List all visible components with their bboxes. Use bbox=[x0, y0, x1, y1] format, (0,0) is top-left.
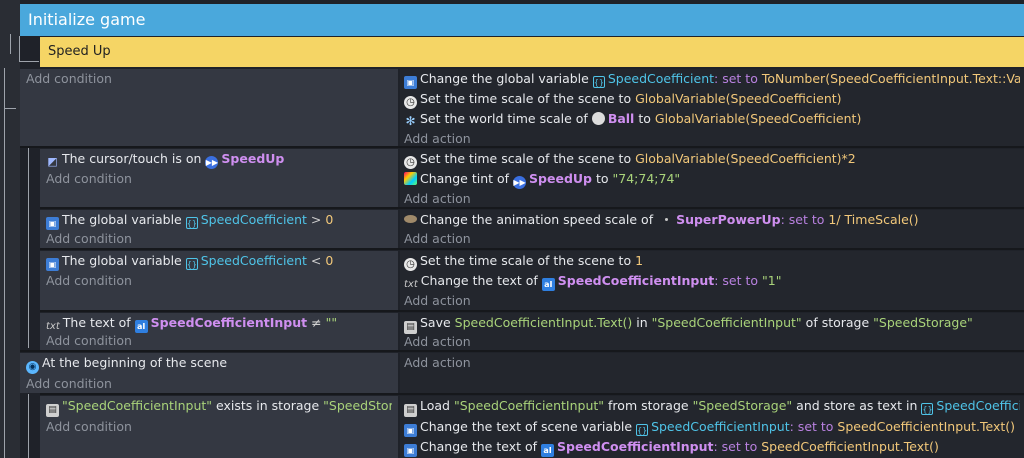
add-condition-link[interactable]: Add condition bbox=[46, 271, 392, 291]
tree-line bbox=[10, 34, 11, 54]
braces-icon: {} bbox=[185, 258, 198, 270]
event-5-actions[interactable]: ▤ Save SpeedCoefficientInput.Text() in "S… bbox=[400, 313, 1024, 350]
scene-icon: ◉ bbox=[26, 361, 39, 374]
tree-line bbox=[19, 61, 39, 62]
group-title: Initialize game bbox=[28, 10, 146, 29]
tree-line bbox=[28, 394, 29, 458]
event-5-conditions[interactable]: txt The text of aI SpeedCoefficientInput ≠… bbox=[40, 313, 398, 350]
event-7-actions[interactable]: ▤ Load "SpeedCoefficientInput" from stora… bbox=[400, 396, 1024, 458]
separator bbox=[20, 146, 1024, 148]
add-condition-link[interactable]: Add condition bbox=[46, 417, 392, 437]
braces-icon: {} bbox=[592, 76, 605, 88]
action-row[interactable]: ◷ Set the time scale of the scene to Glob… bbox=[404, 89, 1020, 109]
speedup-icon: ▶▶ bbox=[205, 156, 219, 169]
braces-icon: {} bbox=[185, 217, 198, 229]
clock-icon: ◷ bbox=[404, 258, 417, 271]
tree-line bbox=[19, 36, 20, 62]
event-3-conditions[interactable]: ▣ The global variable {} SpeedCoefficient … bbox=[40, 210, 398, 248]
add-action-link[interactable]: Add action bbox=[404, 291, 1020, 311]
add-action-link[interactable]: Add action bbox=[404, 332, 1020, 352]
tree-gutter bbox=[0, 0, 20, 458]
add-action-link[interactable]: Add action bbox=[404, 189, 1020, 209]
action-row[interactable]: ▣ Change the global variable {} SpeedCoeff… bbox=[404, 69, 1020, 89]
tree-line bbox=[4, 68, 5, 458]
add-condition-link[interactable]: Add condition bbox=[20, 69, 398, 89]
snowflake-icon: ✻ bbox=[405, 114, 416, 128]
add-action-link[interactable]: Add action bbox=[404, 353, 1020, 373]
event-4-actions[interactable]: ◷ Set the time scale of the scene to 1 tx… bbox=[400, 251, 1024, 310]
add-condition-link[interactable]: Add condition bbox=[46, 331, 392, 351]
event-6-actions[interactable]: Add action bbox=[400, 353, 1024, 393]
storage-icon: ▤ bbox=[404, 404, 417, 417]
subgroup-title: Speed Up bbox=[48, 44, 111, 59]
tree-line bbox=[4, 108, 16, 109]
subgroup-header[interactable]: Speed Up bbox=[40, 37, 1024, 67]
condition-row[interactable]: ▣ The global variable {} SpeedCoefficient … bbox=[46, 251, 392, 271]
tree-line bbox=[28, 148, 29, 348]
action-row[interactable]: ▣ Change the text of aI SpeedCoefficientIn… bbox=[404, 437, 1020, 457]
tint-icon bbox=[404, 172, 417, 185]
text-icon: txt bbox=[404, 279, 418, 290]
event-1-conditions[interactable]: Add condition bbox=[20, 69, 398, 146]
action-row[interactable]: ▤ Load "SpeedCoefficientInput" from stora… bbox=[404, 396, 1020, 417]
action-row[interactable]: Change tint of ▶▶ SpeedUp to "74;74;74" bbox=[404, 169, 1020, 189]
separator bbox=[40, 310, 1024, 312]
condition-row[interactable]: ▣ The global variable {} SpeedCoefficient … bbox=[46, 210, 392, 230]
action-row[interactable]: ▣ Change the text of scene variable {} Spe… bbox=[404, 417, 1020, 437]
separator bbox=[40, 393, 1024, 395]
action-row[interactable]: Change the animation speed scale of Supe… bbox=[404, 210, 1020, 230]
clock-icon: ◷ bbox=[404, 96, 417, 109]
add-condition-link[interactable]: Add condition bbox=[46, 229, 392, 249]
event-7-conditions[interactable]: ▤ "SpeedCoefficientInput" exists in stora… bbox=[40, 396, 398, 458]
text-input-icon: aI bbox=[541, 444, 554, 457]
event-6-conditions[interactable]: ◉ At the beginning of the scene Add condi… bbox=[20, 353, 398, 393]
event-4-conditions[interactable]: ▣ The global variable {} SpeedCoefficient … bbox=[40, 251, 398, 310]
variable-icon: ▣ bbox=[404, 444, 417, 457]
action-row[interactable]: ▤ Save SpeedCoefficientInput.Text() in "S… bbox=[404, 313, 1020, 334]
animation-icon bbox=[404, 215, 417, 223]
separator bbox=[40, 207, 1024, 209]
object-dot-icon bbox=[665, 218, 669, 221]
text-input-icon: aI bbox=[134, 320, 148, 333]
text-input-icon: aI bbox=[541, 278, 555, 291]
condition-row[interactable]: ▤ "SpeedCoefficientInput" exists in stora… bbox=[46, 396, 392, 417]
braces-icon: {} bbox=[636, 424, 649, 436]
condition-row[interactable]: txt The text of aI SpeedCoefficientInput ≠… bbox=[46, 313, 392, 333]
separator bbox=[40, 248, 1024, 250]
cursor-icon: ◩ bbox=[47, 155, 58, 168]
condition-row[interactable]: ◉ At the beginning of the scene bbox=[26, 353, 392, 374]
condition-row[interactable]: ◩ The cursor/touch is on ▶▶ SpeedUp bbox=[46, 149, 392, 169]
event-2-conditions[interactable]: ◩ The cursor/touch is on ▶▶ SpeedUp Add co… bbox=[40, 149, 398, 207]
action-row[interactable]: ✻ Set the world time scale of Ball to Glo… bbox=[404, 109, 1020, 129]
event-2-actions[interactable]: ◷ Set the time scale of the scene to Glob… bbox=[400, 149, 1024, 207]
group-header[interactable]: Initialize game bbox=[20, 4, 1024, 36]
speedup-icon: ▶▶ bbox=[513, 176, 527, 189]
event-1-actions[interactable]: ▣ Change the global variable {} SpeedCoeff… bbox=[400, 69, 1024, 146]
add-action-link[interactable]: Add action bbox=[404, 229, 1020, 249]
braces-icon: {} bbox=[921, 403, 934, 415]
action-row[interactable]: ◷ Set the time scale of the scene to Glob… bbox=[404, 149, 1020, 169]
separator bbox=[20, 350, 1024, 352]
variable-icon: ▣ bbox=[46, 258, 59, 271]
action-row[interactable]: ◷ Set the time scale of the scene to 1 bbox=[404, 251, 1020, 271]
action-row[interactable]: txt Change the text of aI SpeedCoefficient… bbox=[404, 271, 1020, 291]
add-condition-link[interactable]: Add condition bbox=[46, 169, 392, 189]
ball-icon bbox=[591, 112, 605, 125]
add-condition-link[interactable]: Add condition bbox=[26, 374, 392, 394]
storage-icon: ▤ bbox=[46, 404, 59, 417]
event-3-actions[interactable]: Change the animation speed scale of Supe… bbox=[400, 210, 1024, 248]
clock-icon: ◷ bbox=[404, 156, 417, 169]
variable-icon: ▣ bbox=[404, 424, 417, 437]
variable-icon: ▣ bbox=[404, 76, 417, 89]
